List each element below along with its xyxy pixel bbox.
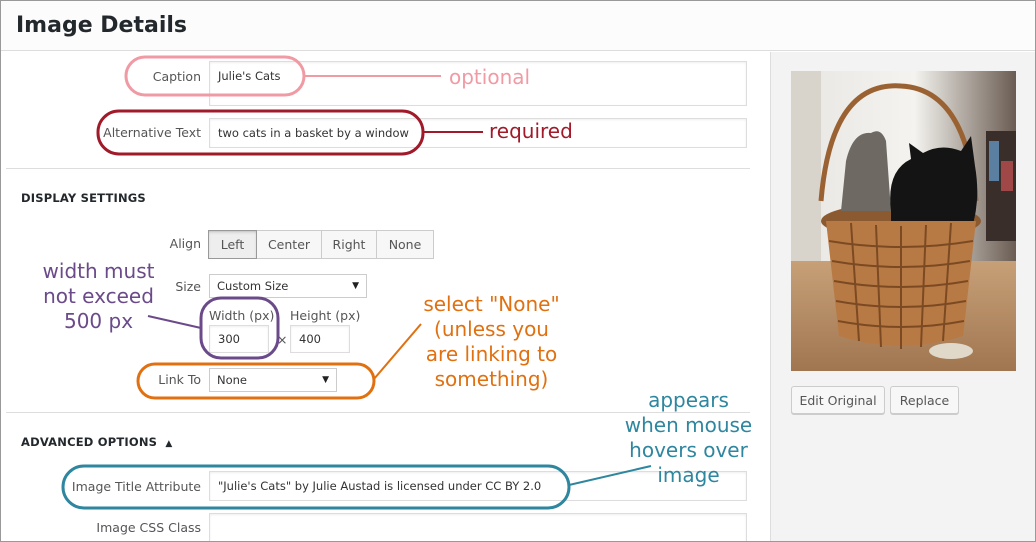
css-class-label: Image CSS Class <box>96 520 201 535</box>
link-annotation-line: are linking to <box>425 342 558 366</box>
advanced-options-heading[interactable]: ADVANCED OPTIONS ▲ <box>21 435 173 449</box>
times-symbol: × <box>277 332 288 347</box>
title-attribute-value: "Julie's Cats" by Julie Austad is licens… <box>218 479 542 493</box>
collapse-arrow-icon: ▲ <box>165 439 173 449</box>
width-annotation-line: width must <box>42 259 155 283</box>
link-annotation-line: something) <box>434 367 549 391</box>
title-attribute-label: Image Title Attribute <box>71 479 201 494</box>
hover-annotation: appears when mouse hovers over image <box>616 388 761 488</box>
link-to-label: Link To <box>158 372 201 387</box>
size-select-value: Custom Size <box>217 279 289 293</box>
width-label: Width (px) <box>209 308 275 323</box>
align-right-button[interactable]: Right <box>321 230 377 259</box>
dropdown-arrow-icon: ▼ <box>322 375 329 385</box>
alt-text-value: two cats in a basket by a window <box>218 126 409 140</box>
width-annotation: width must not exceed 500 px <box>31 259 166 334</box>
size-select[interactable]: Custom Size ▼ <box>209 274 367 298</box>
page-title: Image Details <box>16 13 188 38</box>
divider <box>6 168 750 169</box>
align-center-button[interactable]: Center <box>256 230 322 259</box>
link-annotation-line: select "None" <box>423 292 560 316</box>
required-annotation: required <box>489 119 573 143</box>
height-input[interactable]: 400 <box>290 325 350 353</box>
display-settings-heading: DISPLAY SETTINGS <box>21 191 146 205</box>
height-label: Height (px) <box>290 308 361 323</box>
alt-text-input[interactable]: two cats in a basket by a window <box>209 118 747 148</box>
align-label: Align <box>169 236 201 251</box>
width-annotation-line: not exceed <box>43 284 154 308</box>
advanced-options-label: ADVANCED OPTIONS <box>21 435 158 449</box>
align-none-button[interactable]: None <box>376 230 434 259</box>
optional-annotation: optional <box>449 65 531 89</box>
link-annotation-line: (unless you <box>434 317 549 341</box>
link-to-select[interactable]: None ▼ <box>209 368 337 392</box>
caption-label: Caption <box>152 69 201 84</box>
css-class-input[interactable] <box>209 513 747 541</box>
image-details-dialog: Image Details Caption Julie's Cats Alter… <box>0 0 1036 542</box>
edit-original-button[interactable]: Edit Original <box>791 386 885 414</box>
image-preview-photo <box>791 71 1016 371</box>
hover-annotation-line: hovers over <box>629 438 748 462</box>
replace-button[interactable]: Replace <box>890 386 959 414</box>
align-button-group: Left Center Right None <box>208 230 434 259</box>
hover-annotation-line: when mouse <box>624 413 753 437</box>
width-annotation-line: 500 px <box>63 309 134 333</box>
height-value: 400 <box>299 332 321 346</box>
link-annotation: select "None" (unless you are linking to… <box>409 292 574 392</box>
dialog-header: Image Details <box>1 1 1035 51</box>
dropdown-arrow-icon: ▼ <box>352 281 359 291</box>
caption-value: Julie's Cats <box>218 69 281 83</box>
width-value: 300 <box>218 332 240 346</box>
align-left-button[interactable]: Left <box>208 230 257 259</box>
width-input[interactable]: 300 <box>209 325 269 353</box>
alt-text-label: Alternative Text <box>103 125 201 140</box>
hover-annotation-line: image <box>657 463 720 487</box>
link-to-select-value: None <box>217 373 248 387</box>
hover-annotation-line: appears <box>648 388 729 412</box>
